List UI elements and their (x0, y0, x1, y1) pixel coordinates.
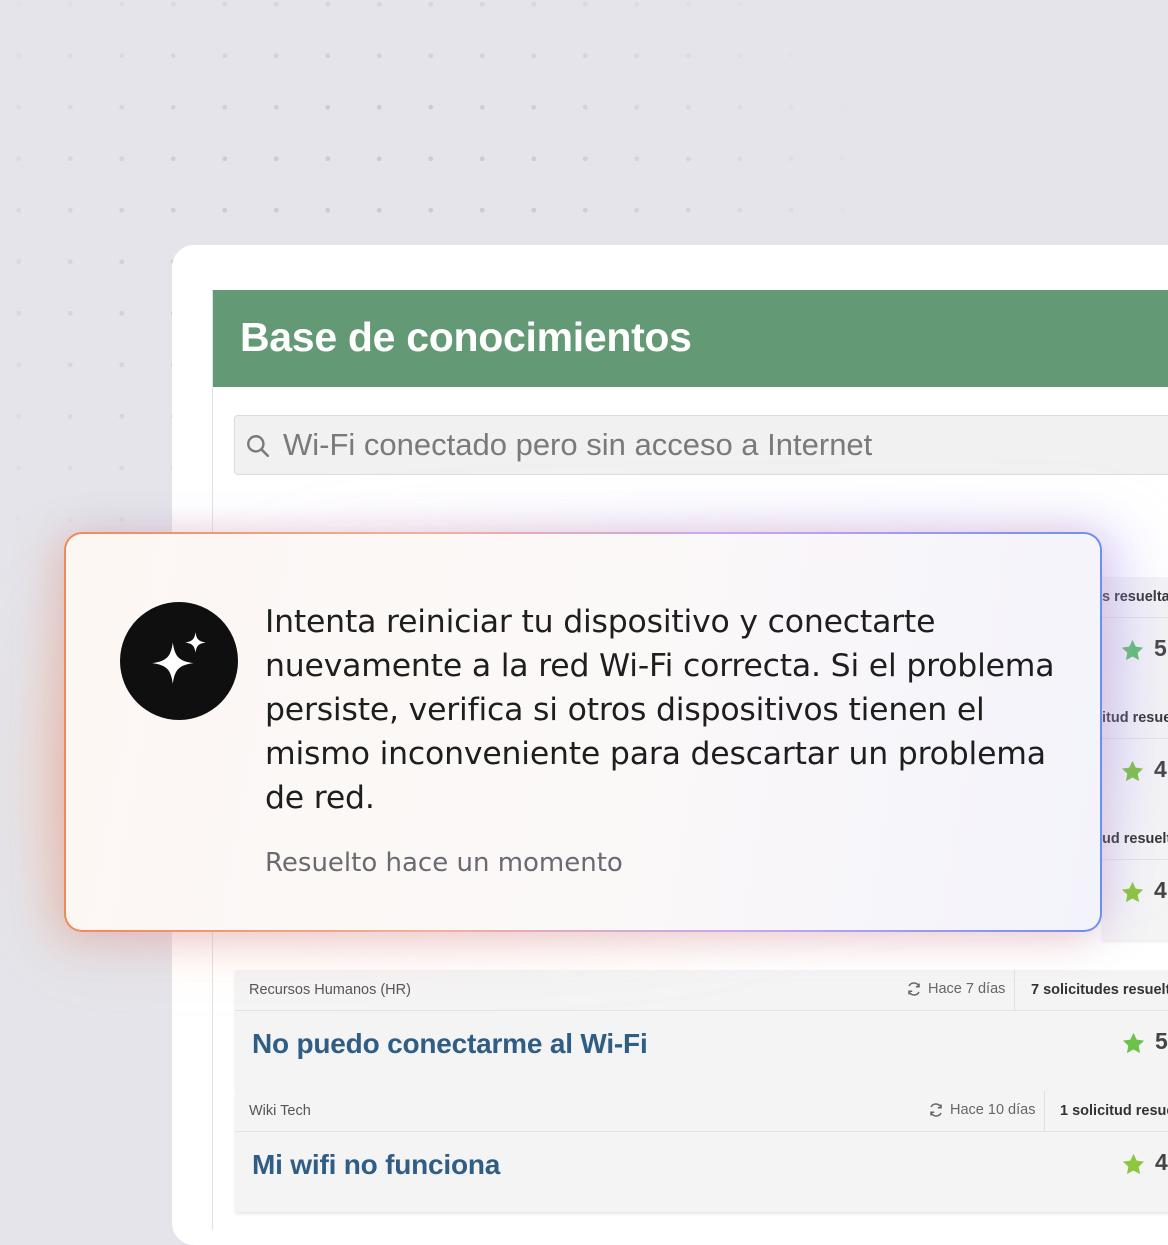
result-rating: 4, (1155, 1149, 1168, 1175)
result-updated-text: Hace 7 días (928, 981, 1006, 997)
result-updated-text: Hace 10 días (950, 1102, 1036, 1118)
search-bar[interactable] (234, 415, 1168, 475)
result-updated: Hace 10 días (928, 1102, 1035, 1118)
result-resolved-count: 1 solicitud resuel (1060, 1103, 1168, 1119)
ai-answer-text: Intenta reiniciar tu dispositivo y conec… (265, 604, 1055, 816)
result-rating: 5, (1154, 635, 1168, 661)
result-meta: Recursos Humanos (HR) Hace 7 días 7 soli… (235, 970, 1168, 1011)
refresh-icon (908, 982, 920, 996)
result-row[interactable]: Recursos Humanos (HR) Hace 7 días 7 soli… (235, 970, 1168, 1091)
ai-answer-body: Intenta reiniciar tu dispositivo y conec… (66, 534, 1100, 930)
ai-avatar (120, 602, 238, 720)
result-rating: 4, (1154, 756, 1168, 782)
result-row[interactable]: Wiki Tech Hace 10 días 1 solicitud resue… (235, 1091, 1168, 1212)
refresh-icon (930, 1103, 942, 1117)
star-icon (1122, 1153, 1145, 1175)
search-input[interactable] (283, 416, 1143, 474)
page-title: Base de conocimientos (240, 314, 692, 360)
result-title-link[interactable]: No puedo conectarme al Wi-Fi (252, 1028, 648, 1060)
star-icon (1122, 1032, 1145, 1054)
divider (1014, 970, 1015, 1010)
knowledge-base-header: Base de conocimientos (213, 290, 1168, 387)
result-title-link[interactable]: Mi wifi no funciona (252, 1149, 500, 1181)
result-source: Recursos Humanos (HR) (249, 982, 411, 998)
result-rating: 4, (1154, 877, 1168, 903)
sparkles-icon (152, 632, 206, 684)
ai-answer-card: Intenta reiniciar tu dispositivo y conec… (64, 532, 1102, 932)
result-updated: Hace 7 días (906, 981, 1005, 997)
result-source: Wiki Tech (249, 1103, 311, 1119)
result-rating: 5, (1155, 1028, 1168, 1054)
search-icon (247, 435, 270, 458)
result-resolved-count: 7 solicitudes resueltas (1031, 982, 1168, 998)
result-meta: Wiki Tech Hace 10 días 1 solicitud resue… (235, 1091, 1168, 1132)
divider (1044, 1091, 1045, 1131)
ai-answer-status: Resuelto hace un momento (265, 848, 623, 878)
